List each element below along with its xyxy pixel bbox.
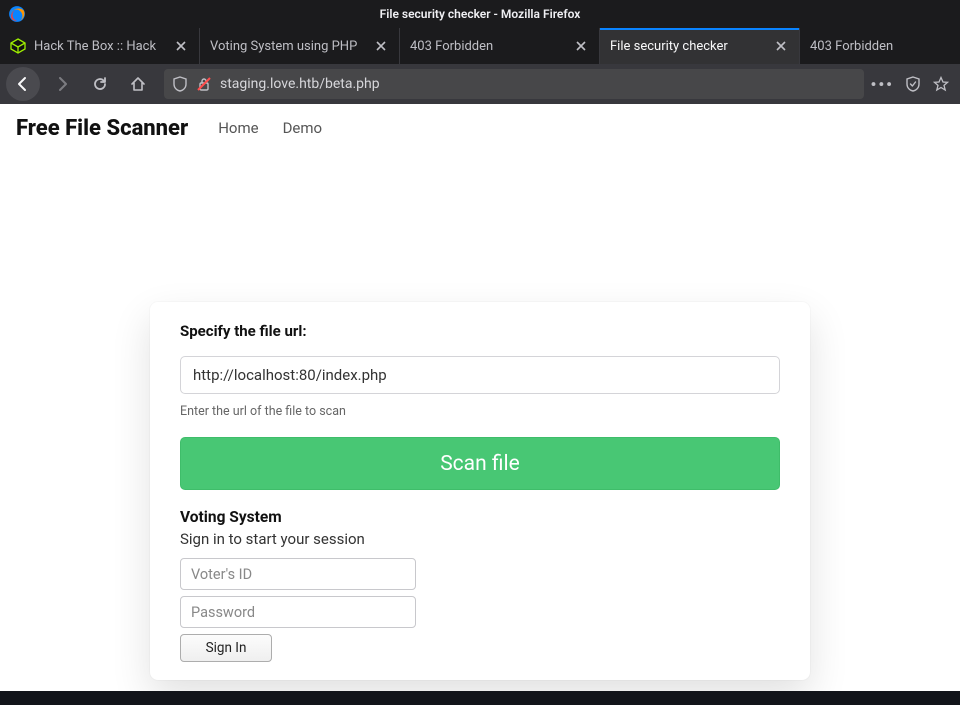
tab-label: Hack The Box :: Hack [34, 39, 165, 54]
navigation-toolbar: staging.love.htb/beta.php ••• [0, 64, 960, 104]
tab-hackthebox[interactable]: Hack The Box :: Hack [0, 28, 200, 64]
nav-home-link[interactable]: Home [218, 119, 258, 137]
close-icon[interactable] [173, 38, 189, 54]
url-text: staging.love.htb/beta.php [220, 76, 856, 92]
input-hint: Enter the url of the file to scan [180, 404, 780, 419]
file-url-input[interactable] [180, 356, 780, 394]
window-title-bar: File security checker - Mozilla Firefox [0, 0, 960, 28]
tab-label: 403 Forbidden [810, 39, 940, 54]
result-title: Voting System [180, 508, 780, 526]
cube-icon [10, 38, 26, 54]
tab-403-forbidden-2[interactable]: 403 Forbidden [800, 28, 950, 64]
home-button[interactable] [122, 68, 154, 100]
tab-label: Voting System using PHP [210, 39, 365, 54]
scanner-card: Specify the file url: Enter the url of t… [150, 302, 810, 680]
site-brand: Free File Scanner [16, 116, 188, 141]
back-button[interactable] [6, 67, 40, 101]
page-viewport: Free File Scanner Home Demo Specify the … [0, 104, 960, 691]
address-bar[interactable]: staging.love.htb/beta.php [164, 69, 864, 99]
tab-label: File security checker [610, 39, 765, 54]
sign-in-button[interactable]: Sign In [180, 634, 272, 662]
tab-voting-system[interactable]: Voting System using PHP [200, 28, 400, 64]
tab-file-security-checker[interactable]: File security checker [600, 28, 800, 64]
bookmark-star-icon[interactable] [932, 75, 950, 93]
reload-button[interactable] [84, 68, 116, 100]
tab-bar: Hack The Box :: Hack Voting System using… [0, 28, 960, 64]
site-navbar: Free File Scanner Home Demo [0, 104, 960, 152]
scan-file-button[interactable]: Scan file [180, 437, 780, 490]
close-icon[interactable] [373, 38, 389, 54]
tracking-protection-icon[interactable] [172, 76, 188, 92]
forward-button[interactable] [46, 68, 78, 100]
tab-403-forbidden-1[interactable]: 403 Forbidden [400, 28, 600, 64]
close-icon[interactable] [573, 38, 589, 54]
reader-view-icon[interactable] [904, 75, 922, 93]
tab-label: 403 Forbidden [410, 39, 565, 54]
bottom-chrome-strip [0, 691, 960, 705]
close-icon[interactable] [773, 38, 789, 54]
voter-id-input[interactable] [180, 558, 416, 590]
window-title: File security checker - Mozilla Firefox [0, 7, 960, 21]
password-input[interactable] [180, 596, 416, 628]
insecure-connection-icon[interactable] [196, 76, 212, 92]
page-actions-icon[interactable]: ••• [870, 75, 894, 94]
result-subtitle: Sign in to start your session [180, 530, 780, 548]
nav-demo-link[interactable]: Demo [283, 119, 323, 137]
form-prompt: Specify the file url: [180, 322, 780, 340]
